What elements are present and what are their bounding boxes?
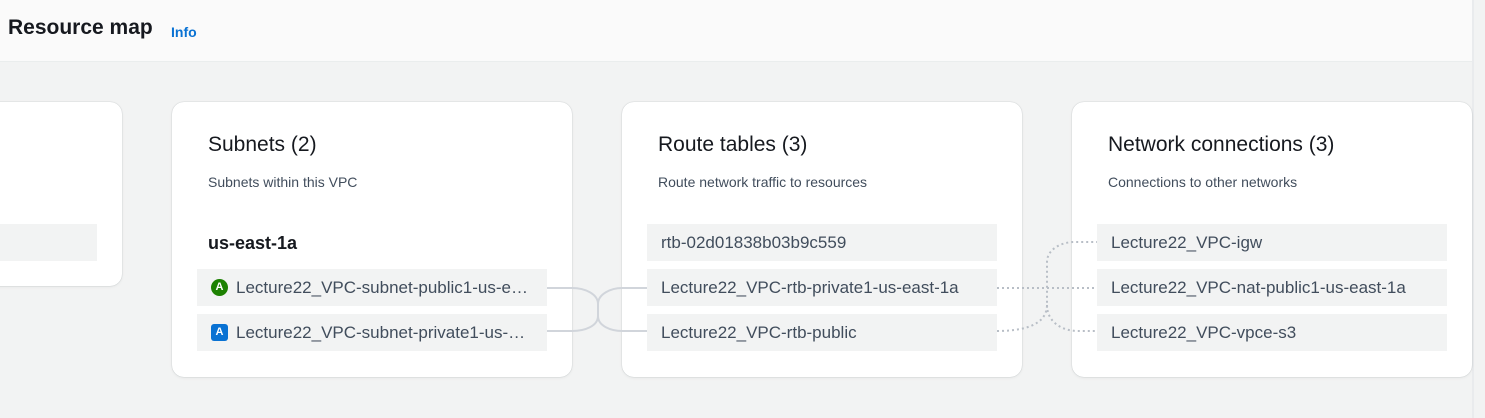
route-table-label: rtb-02d01838b03b9c559 [661, 233, 847, 252]
subnet-private1[interactable]: A Lecture22_VPC-subnet-private1-us-east-… [197, 314, 547, 351]
subnets-title: Subnets (2) [208, 133, 317, 156]
panel-divider [1472, 0, 1474, 418]
info-link[interactable]: Info [171, 24, 197, 40]
connection-nat[interactable]: Lecture22_VPC-nat-public1-us-east-1a [1097, 269, 1447, 306]
route-table-public[interactable]: Lecture22_VPC-rtb-public [647, 314, 997, 351]
availability-zone-icon: A [211, 324, 228, 341]
subnets-description: Subnets within this VPC [208, 174, 358, 190]
connection-igw[interactable]: Lecture22_VPC-igw [1097, 224, 1447, 261]
network-connections-description: Connections to other networks [1108, 174, 1298, 190]
vpc-node[interactable] [0, 224, 97, 261]
route-table-label: Lecture22_VPC-rtb-private1-us-east-1a [661, 278, 959, 297]
network-connections-card: Network connections (3) Connections to o… [1072, 102, 1472, 377]
subnet-label: Lecture22_VPC-subnet-private1-us-east-1a [236, 323, 547, 342]
route-tables-title: Route tables (3) [658, 133, 808, 156]
connection-vpce[interactable]: Lecture22_VPC-vpce-s3 [1097, 314, 1447, 351]
connection-label: Lecture22_VPC-vpce-s3 [1111, 323, 1297, 342]
route-table-main[interactable]: rtb-02d01838b03b9c559 [647, 224, 997, 261]
network-connections-title: Network connections (3) [1108, 133, 1335, 156]
subnet-label: Lecture22_VPC-subnet-public1-us-east-1a [236, 278, 547, 297]
route-table-label: Lecture22_VPC-rtb-public [661, 323, 857, 342]
route-table-private1[interactable]: Lecture22_VPC-rtb-private1-us-east-1a [647, 269, 997, 306]
connection-label: Lecture22_VPC-igw [1111, 233, 1263, 252]
connection-label: Lecture22_VPC-nat-public1-us-east-1a [1111, 278, 1406, 297]
availability-zone-label: us-east-1a [208, 233, 298, 253]
page-title: Resource map [8, 16, 153, 39]
vpc-card [0, 102, 122, 286]
subnet-public1[interactable]: A Lecture22_VPC-subnet-public1-us-east-1… [197, 269, 547, 306]
subnets-card: Subnets (2) Subnets within this VPC us-e… [172, 102, 572, 377]
resource-map-header: Resource map Info [0, 0, 1472, 62]
route-tables-description: Route network traffic to resources [658, 174, 868, 190]
available-status-icon: A [211, 279, 228, 296]
route-tables-card: Route tables (3) Route network traffic t… [622, 102, 1022, 377]
